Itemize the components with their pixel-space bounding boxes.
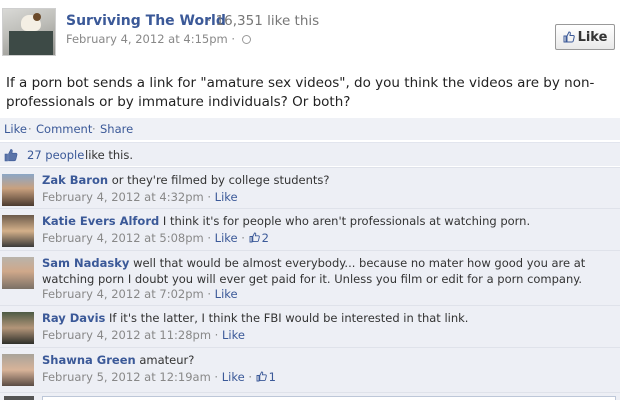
- comment-author-link[interactable]: Zak Baron: [42, 173, 108, 187]
- like-page-label: Like: [577, 29, 608, 45]
- comment-item: Sam Nadasky well that would be almost ev…: [0, 250, 620, 305]
- comment-meta: February 5, 2012 at 12:19am · Like · 1: [42, 370, 276, 384]
- comment-text: If it's the latter, I think the FBI woul…: [109, 311, 469, 325]
- comment-link[interactable]: Comment: [36, 122, 92, 136]
- avatar[interactable]: [2, 354, 34, 386]
- comment-timestamp[interactable]: February 4, 2012 at 7:02pm: [42, 287, 204, 301]
- comment-body: Ray Davis If it's the latter, I think th…: [42, 310, 612, 326]
- page-name-link[interactable]: Surviving The World: [66, 13, 226, 29]
- comment-body: Katie Evers Alford I think it's for peop…: [42, 213, 612, 229]
- comment-like-link[interactable]: Like: [215, 231, 238, 245]
- comment-author-link[interactable]: Sam Nadasky: [42, 256, 129, 270]
- comment-item: Shawna Green amateur? February 5, 2012 a…: [0, 347, 620, 392]
- comment-like-link[interactable]: Like: [215, 287, 238, 301]
- comment-timestamp[interactable]: February 5, 2012 at 12:19am: [42, 370, 211, 384]
- comment-item: Zak Baron or they're filmed by college s…: [0, 167, 620, 208]
- comment-meta: February 4, 2012 at 7:02pm · Like: [42, 287, 238, 301]
- avatar[interactable]: [2, 257, 34, 289]
- comment-like-count[interactable]: 2: [249, 231, 269, 245]
- like-page-button[interactable]: Like: [555, 24, 615, 50]
- thumbs-up-icon: [563, 31, 575, 43]
- avatar[interactable]: [2, 215, 34, 247]
- comment-like-link[interactable]: Like: [222, 328, 245, 342]
- comment-meta: February 4, 2012 at 5:08pm · Like · 2: [42, 231, 269, 245]
- page-like-count: · 16,351 like this: [207, 13, 320, 29]
- avatar[interactable]: [2, 174, 34, 206]
- like-link[interactable]: Like: [4, 122, 27, 136]
- post-timestamp[interactable]: February 4, 2012 at 4:15pm ·: [66, 32, 251, 46]
- likers-link[interactable]: 27 people: [27, 148, 84, 162]
- comment-like-link[interactable]: Like: [215, 190, 238, 204]
- comment-like-link[interactable]: Like: [222, 370, 245, 384]
- avatar[interactable]: [2, 312, 34, 344]
- comment-meta: February 4, 2012 at 4:32pm · Like: [42, 190, 238, 204]
- comment-timestamp[interactable]: February 4, 2012 at 5:08pm: [42, 231, 204, 245]
- comment-meta: February 4, 2012 at 11:28pm · Like: [42, 328, 245, 342]
- avatar-chalkboard: [9, 31, 53, 55]
- comment-item: Katie Evers Alford I think it's for peop…: [0, 208, 620, 250]
- thumbs-up-icon: [249, 232, 260, 243]
- post-time-text[interactable]: February 4, 2012 at 4:15pm ·: [66, 32, 235, 46]
- comment-body: Shawna Green amateur?: [42, 352, 612, 368]
- comment-timestamp[interactable]: February 4, 2012 at 11:28pm: [42, 328, 211, 342]
- avatar: [4, 396, 34, 400]
- comment-author-link[interactable]: Shawna Green: [42, 353, 136, 367]
- comment-text: amateur?: [139, 353, 195, 367]
- thumbs-up-icon: [256, 371, 267, 382]
- comment-author-link[interactable]: Katie Evers Alford: [42, 214, 159, 228]
- comment-input[interactable]: [42, 396, 616, 400]
- avatar-dog-ear: [33, 13, 41, 21]
- post-header: Surviving The World · 16,351 like this F…: [0, 0, 620, 66]
- share-link[interactable]: Share: [100, 122, 133, 136]
- page-avatar[interactable]: [2, 8, 56, 56]
- like-count-number: 1: [268, 370, 276, 384]
- comment-text: I think it's for people who aren't profe…: [162, 214, 531, 228]
- comment-body: Zak Baron or they're filmed by college s…: [42, 172, 612, 188]
- comment-timestamp[interactable]: February 4, 2012 at 4:32pm: [42, 190, 204, 204]
- post-text: If a porn bot sends a link for "amature …: [6, 75, 595, 110]
- comment-author-link[interactable]: Ray Davis: [42, 311, 105, 325]
- comment-body: Sam Nadasky well that would be almost ev…: [42, 255, 612, 287]
- separator: ·: [28, 122, 32, 136]
- separator: ·: [92, 122, 96, 136]
- comment-like-count[interactable]: 1: [256, 370, 276, 384]
- comment-text: or they're filmed by college students?: [111, 173, 330, 187]
- comment-item: Ray Davis If it's the latter, I think th…: [0, 305, 620, 347]
- likes-suffix: like this.: [85, 148, 134, 162]
- like-count-number: 2: [261, 231, 269, 245]
- post-actions: Like · Comment · Share: [0, 118, 620, 140]
- likes-summary: 27 people like this.: [0, 142, 620, 166]
- globe-icon: [241, 35, 251, 44]
- thumbs-up-icon: [4, 149, 18, 162]
- write-comment-row: [0, 392, 620, 400]
